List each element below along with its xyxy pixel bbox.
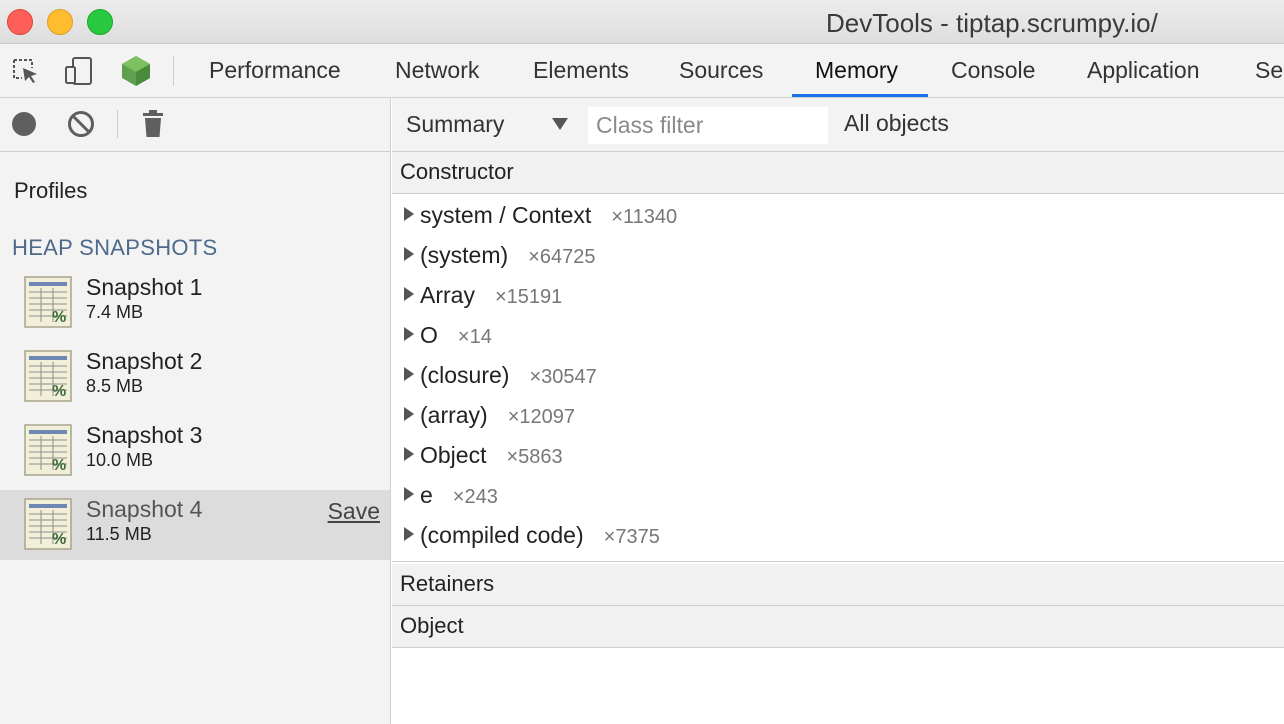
snapshot-size: 8.5 MB	[86, 376, 144, 396]
snapshot-size: 11.5 MB	[86, 524, 152, 544]
object-count: ×30547	[529, 366, 597, 388]
svg-text:%: %	[52, 309, 66, 326]
expand-arrow-icon[interactable]	[404, 447, 414, 461]
object-count: ×243	[452, 486, 498, 508]
tab-sources[interactable]: Sources	[679, 44, 763, 97]
tab-console[interactable]: Console	[951, 44, 1035, 97]
heap-snapshot-icon: %	[24, 498, 72, 550]
expand-arrow-icon[interactable]	[404, 287, 414, 301]
svg-text:%: %	[52, 457, 66, 474]
vue-devtools-icon[interactable]	[119, 54, 153, 88]
svg-text:%: %	[52, 383, 66, 400]
clear-icon[interactable]	[66, 109, 96, 139]
object-count: ×15191	[494, 286, 563, 308]
heap-snapshot-icon: %	[24, 424, 72, 476]
snapshot-name: Snapshot 3	[86, 422, 203, 448]
constructor-name: O	[420, 322, 438, 348]
expand-arrow-icon[interactable]	[404, 487, 414, 501]
inspect-element-icon[interactable]	[8, 54, 42, 88]
heap-snapshot-icon: %	[24, 276, 72, 328]
expand-arrow-icon[interactable]	[404, 207, 414, 221]
constructor-name: Object	[420, 442, 487, 468]
object-count: ×11340	[611, 206, 678, 228]
constructor-name: (array)	[420, 402, 488, 428]
expand-arrow-icon[interactable]	[404, 407, 414, 421]
heap-snapshot-view: Summary All objects Constructor system /…	[392, 98, 1284, 724]
maximize-window-button[interactable]	[87, 9, 113, 35]
svg-text:%: %	[52, 531, 66, 548]
object-column-header[interactable]: Object	[392, 606, 1284, 648]
heap-snapshot-icon: %	[24, 350, 72, 402]
tab-memory[interactable]: Memory	[815, 44, 898, 97]
snapshot-name: Snapshot 4	[86, 496, 203, 522]
snapshot-size: 10.0 MB	[86, 450, 154, 470]
title-bar: DevTools - tiptap.scrumpy.io/	[0, 0, 1284, 44]
heap-snapshots-heading: HEAP SNAPSHOTS	[12, 235, 218, 260]
table-row[interactable]: (closure) ×30547	[392, 354, 1284, 394]
table-row[interactable]: (array) ×12097	[392, 394, 1284, 434]
table-row[interactable]: O ×14	[392, 314, 1284, 354]
trash-icon[interactable]	[138, 109, 168, 139]
toolbar-separator	[117, 110, 118, 138]
snapshot-item-1[interactable]: % Snapshot 1 7.4 MB	[0, 268, 390, 338]
table-row[interactable]: system / Context ×11340	[392, 194, 1284, 234]
close-window-button[interactable]	[7, 9, 33, 35]
tab-security[interactable]: Se	[1255, 44, 1283, 97]
heap-view-toolbar: Summary All objects	[392, 98, 1284, 152]
minimize-window-button[interactable]	[47, 9, 73, 35]
objects-filter-select[interactable]: All objects	[844, 110, 949, 137]
tab-performance[interactable]: Performance	[209, 44, 341, 97]
snapshot-name: Snapshot 2	[86, 348, 203, 374]
devtools-tab-bar: Performance Network Elements Sources Mem…	[0, 44, 1284, 98]
constructor-name: Array	[420, 282, 475, 308]
object-count: ×5863	[506, 446, 563, 468]
snapshot-name: Snapshot 1	[86, 274, 203, 300]
view-mode-value: Summary	[406, 111, 505, 137]
dropdown-arrow-icon[interactable]	[552, 118, 568, 130]
tab-network[interactable]: Network	[395, 44, 479, 97]
object-count: ×7375	[603, 526, 660, 548]
object-count: ×12097	[507, 406, 576, 428]
table-row[interactable]: (compiled code) ×7375	[392, 514, 1284, 554]
table-row[interactable]: e ×243	[392, 474, 1284, 514]
save-snapshot-link[interactable]: Save	[328, 498, 380, 525]
snapshot-size: 7.4 MB	[86, 302, 144, 322]
view-mode-select[interactable]: Summary	[406, 108, 576, 140]
class-filter-input[interactable]	[588, 107, 828, 144]
profiles-heading: Profiles	[14, 178, 88, 203]
tab-elements[interactable]: Elements	[533, 44, 629, 97]
device-toolbar-icon[interactable]	[62, 54, 96, 88]
expand-arrow-icon[interactable]	[404, 327, 414, 341]
window-title: DevTools - tiptap.scrumpy.io/	[826, 8, 1158, 38]
snapshot-item-4[interactable]: % Snapshot 4 11.5 MB Save	[0, 490, 390, 560]
expand-arrow-icon[interactable]	[404, 527, 414, 541]
profiles-toolbar	[0, 98, 390, 152]
constructor-name: system / Context	[420, 202, 592, 228]
object-count: ×64725	[528, 246, 596, 268]
constructor-name: (closure)	[420, 362, 510, 388]
expand-arrow-icon[interactable]	[404, 367, 414, 381]
snapshot-item-3[interactable]: % Snapshot 3 10.0 MB	[0, 416, 390, 486]
active-tab-indicator	[792, 94, 928, 97]
constructor-name: (system)	[420, 242, 509, 268]
record-icon[interactable]	[9, 109, 39, 139]
table-row[interactable]: (system) ×64725	[392, 234, 1284, 274]
tab-application[interactable]: Application	[1087, 44, 1200, 97]
constructor-name: e	[420, 482, 433, 508]
constructor-table: system / Context ×11340 (system) ×64725 Ar…	[392, 194, 1284, 562]
table-row[interactable]: Object ×5863	[392, 434, 1284, 474]
constructor-name: (compiled code)	[420, 522, 584, 548]
retainers-header[interactable]: Retainers	[392, 564, 1284, 606]
toolbar-separator	[173, 56, 174, 86]
expand-arrow-icon[interactable]	[404, 247, 414, 261]
table-row[interactable]: Array ×15191	[392, 274, 1284, 314]
snapshot-item-2[interactable]: % Snapshot 2 8.5 MB	[0, 342, 390, 412]
constructor-column-header[interactable]: Constructor	[392, 152, 1284, 194]
object-count: ×14	[457, 326, 492, 348]
profiles-sidebar: Profiles HEAP SNAPSHOTS % Snapshot 1 7.4…	[0, 98, 391, 724]
